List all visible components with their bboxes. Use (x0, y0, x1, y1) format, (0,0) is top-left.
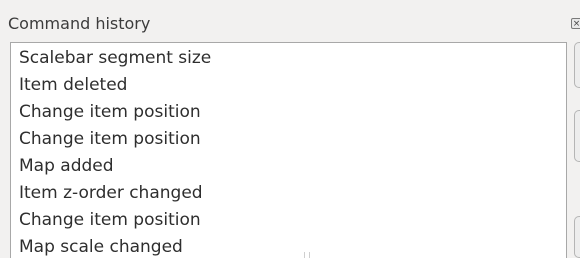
history-item[interactable]: Map added (19, 156, 114, 176)
history-item[interactable]: Item z-order changed (19, 183, 203, 203)
history-item[interactable]: Item deleted (19, 75, 127, 95)
side-button-middle[interactable] (574, 110, 580, 162)
resize-handle[interactable] (304, 252, 310, 258)
history-item[interactable]: Scalebar segment size (19, 48, 211, 68)
side-toolbar-edge (574, 42, 580, 258)
side-button-bottom[interactable] (574, 216, 580, 258)
history-item[interactable]: Change item position (19, 129, 201, 149)
history-item[interactable]: Change item position (19, 210, 201, 230)
side-button-top[interactable] (574, 42, 580, 88)
history-item[interactable]: Map scale changed (19, 237, 183, 257)
close-icon[interactable]: × (571, 18, 580, 29)
panel-title: Command history (8, 14, 151, 33)
command-history-list[interactable]: Scalebar segment size Item deleted Chang… (10, 42, 567, 258)
history-item[interactable]: Change item position (19, 102, 201, 122)
